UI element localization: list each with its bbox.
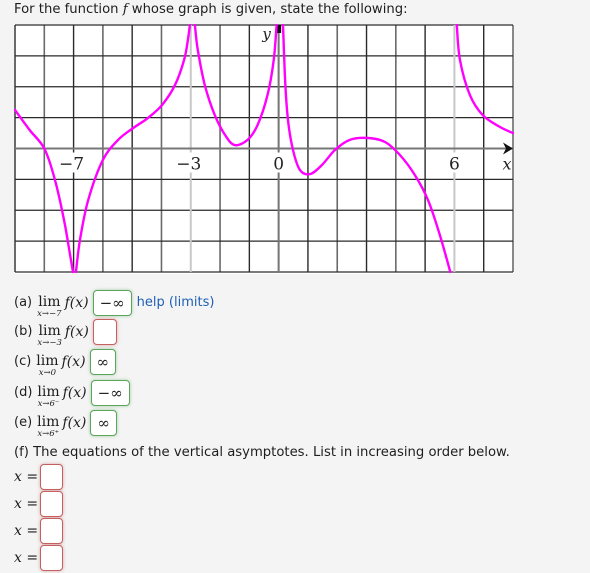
question-label: (e) [14,415,33,430]
question-label: (c) [14,354,32,369]
x-tick-label: −7 [59,155,84,175]
question-row: (c) lim x→0 f(x) ∞ [14,349,117,377]
function-expression: f(x) [62,413,86,433]
equals-sign: = [21,469,39,485]
limit-operator: lim x→6⁻ [37,383,59,408]
help-limits-link[interactable]: help (limits) [137,293,215,313]
variable-x: x [14,496,22,512]
function-expression: f(x) [65,293,89,313]
problem-prompt: For the function f whose graph is given,… [14,2,408,17]
question-row: (b) lim x→−3 f(x) [14,319,117,347]
function-argument: (x) [66,354,86,370]
limit-approach: x→−3 [37,338,62,348]
function-expression: f(x) [65,322,89,342]
x-axis-label: x [502,155,511,174]
limit-operator: lim x→0 [36,352,58,377]
x-tick-label: −3 [176,155,201,175]
answer-input[interactable]: −∞ [92,290,132,316]
function-expression: f(x) [62,352,86,372]
answer-input[interactable] [92,319,117,345]
variable-x: x [14,523,22,539]
limit-operator: lim x→−3 [37,322,61,347]
asymptote-input[interactable] [40,464,63,490]
function-argument: (x) [67,385,87,401]
part-f-instructions: (f) The equations of the vertical asympt… [14,445,510,460]
question-row: (a) lim x→−7 f(x) −∞ help (limits) [14,290,215,318]
limit-approach: x→0 [38,368,57,378]
asymptote-input[interactable] [40,545,63,571]
question-label: (d) [14,385,33,400]
answer-input[interactable]: −∞ [90,380,130,406]
x-equals-label: x = [14,550,40,566]
prompt-text-end: whose graph is given, state the followin… [127,2,408,17]
function-expression: f(x) [63,383,87,403]
function-graph: −7 −3 0 6 x y [14,24,514,274]
function-argument: (x) [69,295,89,311]
function-argument: (x) [70,324,89,340]
limit-approach: x→−7 [37,309,62,319]
prompt-text: For the function [14,2,123,17]
equals-sign: = [21,550,39,566]
limit-operator: lim x→−7 [37,293,61,318]
variable-x: x [14,550,22,566]
question-row: (d) lim x→6⁻ f(x) −∞ [14,380,130,408]
asymptote-answer-row: x = [14,464,63,490]
question-row: (e) lim x→6⁺ f(x) ∞ [14,410,117,438]
answer-input[interactable]: ∞ [90,410,117,436]
asymptote-answer-row: x = [14,491,63,517]
asymptote-input[interactable] [40,518,63,544]
x-equals-label: x = [14,469,40,485]
equals-sign: = [21,496,39,512]
limit-operator: lim x→6⁺ [37,413,59,438]
x-equals-label: x = [14,523,40,539]
asymptote-answer-row: x = [14,518,63,544]
asymptote-answer-row: x = [14,545,63,571]
x-tick-label: 0 [273,155,284,175]
answer-input[interactable]: ∞ [89,349,117,375]
x-equals-label: x = [14,496,40,512]
function-argument: (x) [67,415,87,431]
variable-x: x [14,469,22,485]
x-tick-label: 6 [449,155,460,175]
limit-approach: x→6⁻ [37,399,60,409]
limit-approach: x→6⁺ [37,429,60,439]
y-axis-label: y [261,25,271,43]
equals-sign: = [21,523,39,539]
asymptote-input[interactable] [40,491,63,517]
question-label: (a) [14,295,33,310]
question-label: (b) [14,324,33,339]
